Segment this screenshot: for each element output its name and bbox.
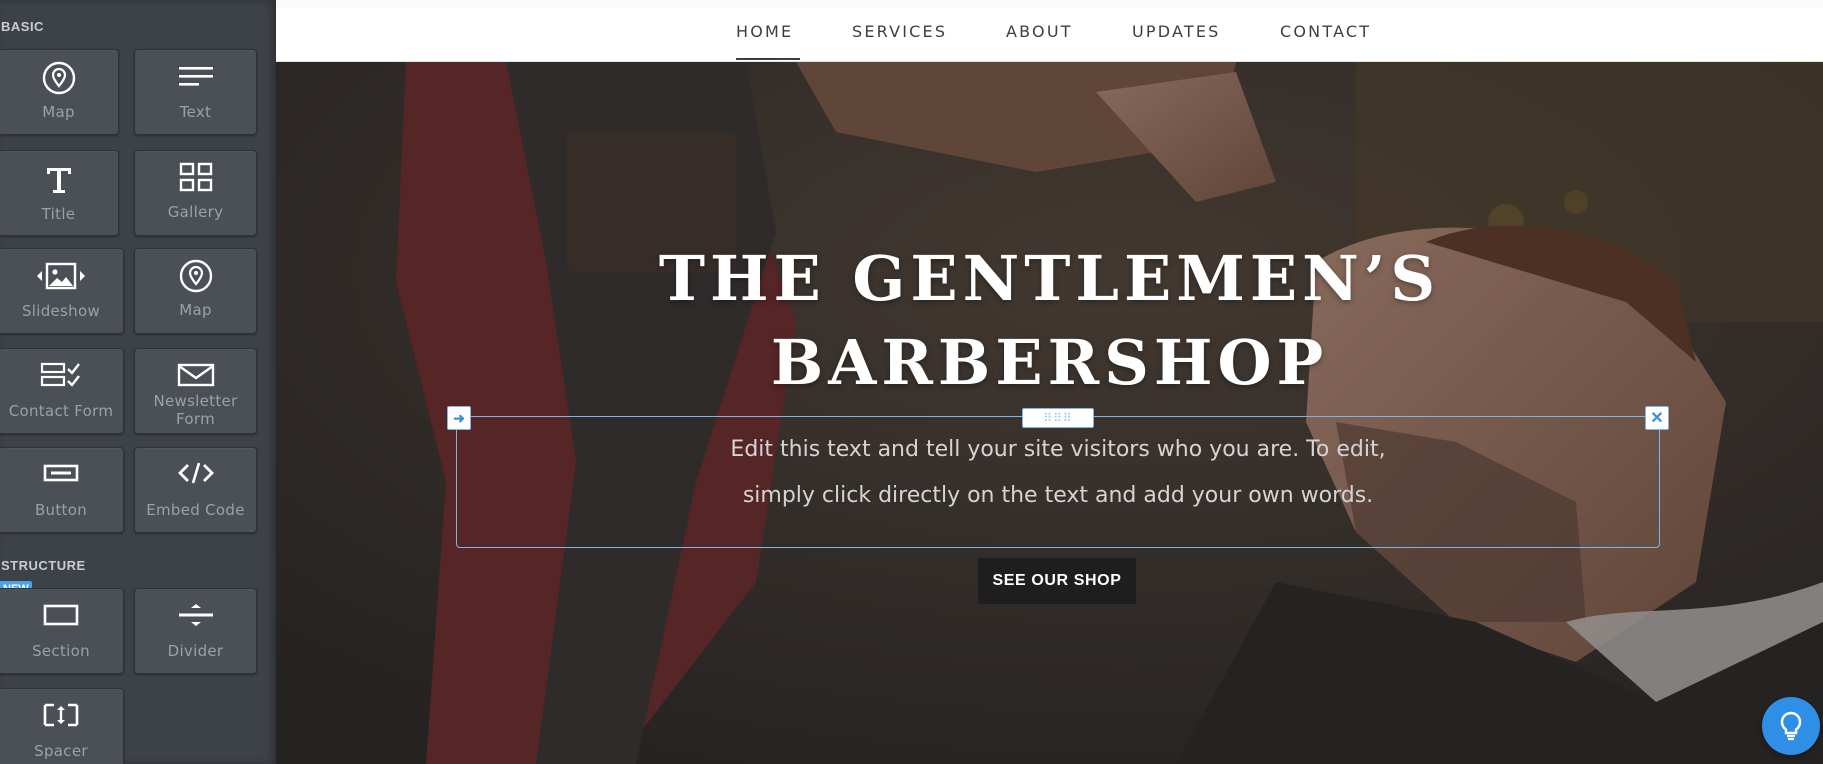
section-icon <box>0 603 123 627</box>
divider-icon <box>135 602 256 628</box>
tile-contact-form[interactable]: Contact Form <box>0 348 124 434</box>
tile-spacer[interactable]: Spacer <box>0 688 124 764</box>
hero-title-line-2[interactable]: BARBERSHOP <box>276 326 1823 399</box>
tile-label: Map <box>179 301 212 319</box>
slideshow-icon <box>0 261 123 291</box>
map-pin-icon <box>0 60 118 96</box>
help-lightbulb-button[interactable] <box>1762 697 1820 755</box>
tile-label: Text <box>179 103 212 121</box>
nav-services[interactable]: SERVICES <box>852 22 947 41</box>
spacer-icon <box>0 702 123 728</box>
hero-title-line-1[interactable]: THE GENTLEMEN’S <box>276 242 1823 315</box>
nav-contact[interactable]: CONTACT <box>1280 22 1371 41</box>
element-sidebar: BASIC Map Text Title Gallery Slideshow M… <box>0 0 277 764</box>
gallery-grid-icon <box>135 160 256 194</box>
tile-label: Map <box>42 103 75 121</box>
code-icon <box>135 461 256 485</box>
envelope-icon <box>135 362 256 388</box>
basic-section-label: BASIC <box>1 19 44 34</box>
text-lines-icon <box>135 64 256 92</box>
tile-label: Divider <box>167 642 224 660</box>
nav-updates[interactable]: UPDATES <box>1132 22 1221 41</box>
see-our-shop-button[interactable]: SEE OUR SHOP <box>978 558 1136 604</box>
tile-embed-code[interactable]: Embed Code <box>134 447 257 533</box>
tile-divider[interactable]: Divider <box>134 588 257 674</box>
nav-home[interactable]: HOME <box>736 22 793 41</box>
lightbulb-icon <box>1780 711 1802 741</box>
tile-label: Embed Code <box>146 501 245 519</box>
tile-map[interactable]: Map <box>0 49 119 135</box>
tile-label: Spacer <box>34 742 88 760</box>
grip-dots-icon: ⠿⠿⠿ <box>1043 411 1073 425</box>
tile-label: Button <box>34 501 88 519</box>
tile-gallery[interactable]: Gallery <box>134 150 257 236</box>
tile-label: Contact Form <box>8 402 114 420</box>
drag-handle[interactable]: ⠿⠿⠿ <box>1022 408 1094 428</box>
tile-newsletter-form[interactable]: Newsletter Form <box>134 348 257 434</box>
tile-button[interactable]: Button <box>0 447 124 533</box>
map-pin-icon <box>135 258 256 294</box>
structure-section-label: STRUCTURE <box>1 558 86 573</box>
button-icon <box>0 462 123 484</box>
contact-form-icon <box>0 361 123 389</box>
tile-slideshow[interactable]: Slideshow <box>0 248 124 334</box>
site-navbar: HOME SERVICES ABOUT UPDATES CONTACT <box>276 8 1823 62</box>
hero-section[interactable]: THE GENTLEMEN’S BARBERSHOP ➜ ⠿⠿⠿ ✕ Edit … <box>276 62 1823 764</box>
tile-label: Gallery <box>167 203 224 221</box>
tile-section[interactable]: Section <box>0 588 124 674</box>
tile-map-2[interactable]: Map <box>134 248 257 334</box>
tile-label: Title <box>41 205 76 223</box>
edit-text-line-2: simply click directly on the text and ad… <box>742 483 1374 508</box>
tile-text[interactable]: Text <box>134 49 257 135</box>
tile-title[interactable]: Title <box>0 150 119 236</box>
tile-label: Slideshow <box>21 302 101 320</box>
tile-label: Newsletter Form <box>153 392 238 428</box>
nav-active-underline <box>736 58 800 60</box>
nav-about[interactable]: ABOUT <box>1006 22 1073 41</box>
tile-label: Section <box>32 642 90 660</box>
title-t-icon <box>0 164 118 196</box>
editable-text[interactable]: Edit this text and tell your site visito… <box>457 427 1659 519</box>
edit-text-line-1: Edit this text and tell your site visito… <box>730 437 1386 462</box>
selected-text-block[interactable]: ➜ ⠿⠿⠿ ✕ Edit this text and tell your sit… <box>447 406 1669 548</box>
